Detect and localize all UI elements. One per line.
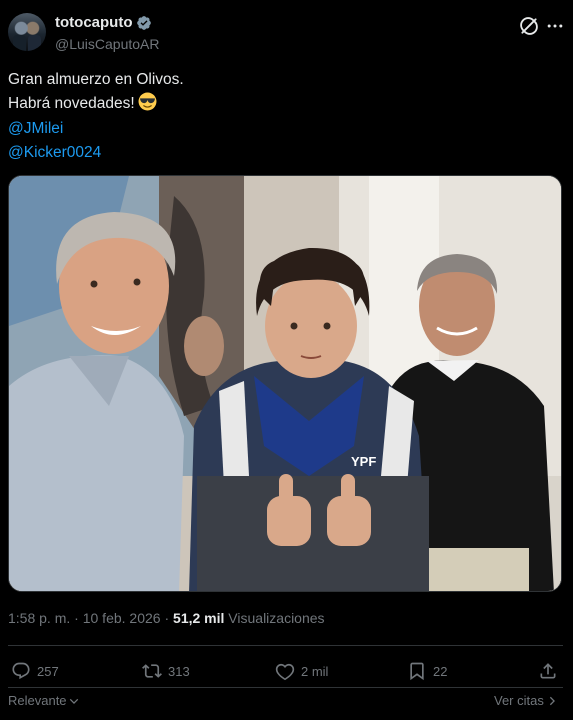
view-quotes-link[interactable]: Ver citas — [494, 693, 557, 708]
reply-button[interactable]: 257 — [11, 656, 59, 686]
author-avatar[interactable] — [8, 13, 46, 51]
verified-badge-icon[interactable] — [136, 15, 152, 31]
tweet-meta: 1:58 p. m. · 10 feb. 2026 · 51,2 mil Vis… — [8, 610, 325, 626]
meta-separator-2: · — [164, 610, 170, 626]
tweet-photo[interactable]: YPF — [8, 175, 562, 592]
sort-label: Relevante — [8, 693, 67, 708]
replies-toolbar: Relevante Ver citas — [0, 690, 573, 712]
tweet-date[interactable]: 10 feb. 2026 — [83, 610, 161, 626]
photo-illustration: YPF — [9, 176, 561, 591]
bookmark-count: 22 — [433, 663, 448, 679]
smiling-face-with-sunglasses-icon — [138, 92, 157, 111]
share-button[interactable] — [538, 656, 558, 686]
divider-top — [8, 645, 563, 646]
sort-replies-dropdown[interactable]: Relevante — [8, 693, 79, 708]
tweet-actions: 257 313 2 mil 22 — [0, 656, 573, 686]
avatar-figure-left — [13, 35, 26, 51]
repost-button[interactable]: 313 — [142, 656, 190, 686]
views-label: Visualizaciones — [228, 610, 325, 626]
tweet-time[interactable]: 1:58 p. m. — [8, 610, 70, 626]
meta-separator: · — [74, 610, 79, 626]
grok-icon[interactable] — [519, 16, 539, 36]
author-handle[interactable]: @LuisCaputoAR — [55, 36, 160, 52]
tweet-text: Gran almuerzo en Olivos. Habrá novedades… — [8, 68, 184, 165]
chevron-down-icon — [69, 698, 78, 704]
reply-icon — [12, 662, 30, 680]
share-icon — [540, 663, 556, 679]
views-count: 51,2 mil — [173, 610, 225, 626]
bookmark-button[interactable]: 22 — [407, 656, 447, 686]
tweet-text-line-1: Gran almuerzo en Olivos. — [8, 71, 184, 88]
like-button[interactable]: 2 mil — [275, 656, 328, 686]
repost-icon — [142, 664, 162, 678]
bookmark-icon — [410, 662, 424, 681]
author-display-name[interactable]: totocaputo — [55, 14, 132, 31]
like-count: 2 mil — [301, 663, 329, 679]
mention-jmilei[interactable]: @JMilei — [8, 117, 184, 141]
tweet-header: totocaputo @LuisCaputoAR — [0, 0, 573, 64]
tweet-text-line-2-text: Habrá novedades! — [8, 95, 135, 113]
view-quotes-label: Ver citas — [494, 693, 544, 708]
chevron-right-icon — [549, 696, 555, 705]
divider-bottom — [8, 687, 563, 688]
tweet-text-line-2: Habrá novedades! — [8, 92, 184, 116]
author-name-row: totocaputo — [55, 14, 152, 31]
mention-kicker0024[interactable]: @Kicker0024 — [8, 141, 184, 165]
jacket-logo: YPF — [351, 454, 376, 469]
more-options-icon[interactable] — [545, 16, 565, 36]
heart-icon — [275, 663, 295, 681]
reply-count: 257 — [37, 663, 59, 679]
repost-count: 313 — [168, 663, 190, 679]
avatar-figure-right — [28, 35, 41, 51]
